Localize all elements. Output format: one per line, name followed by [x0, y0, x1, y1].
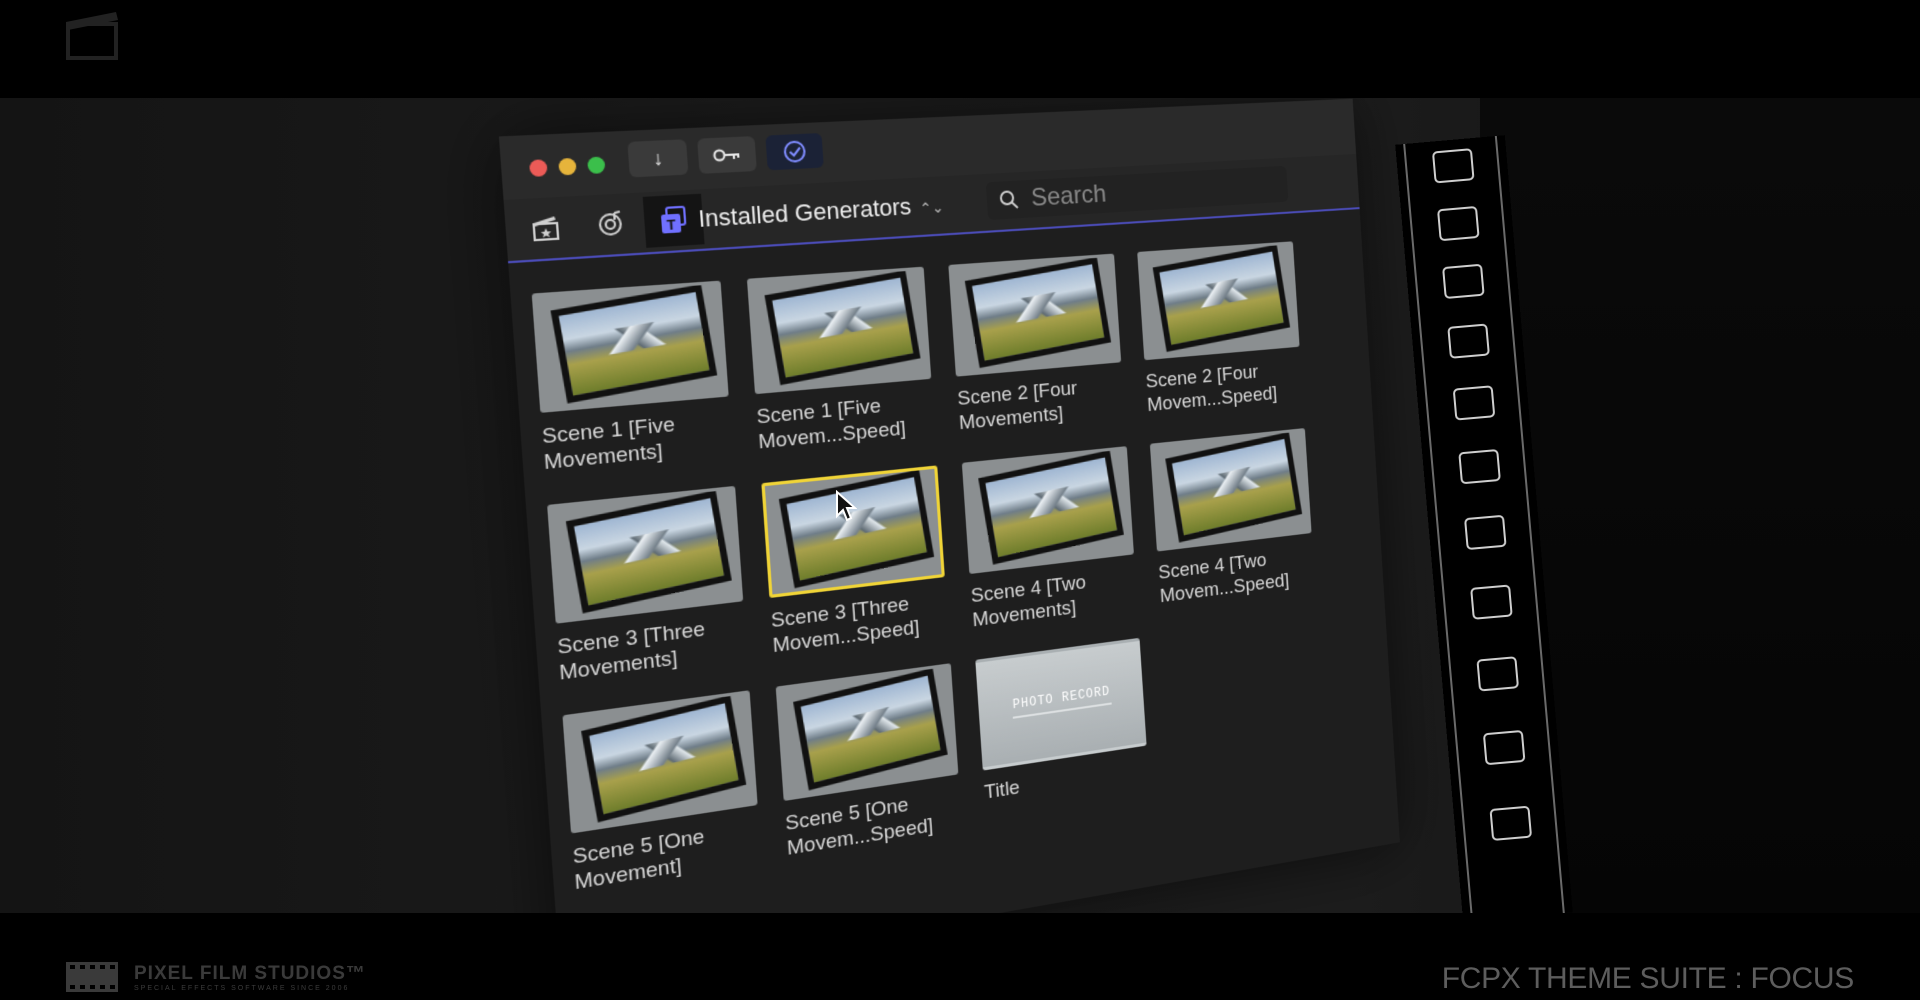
- pixel-film-studios-brand: PIXEL FILM STUDIOS™ SPECIAL EFFECTS SOFT…: [64, 960, 366, 994]
- generator-thumbnail[interactable]: [562, 690, 758, 834]
- generator-thumbnail[interactable]: [746, 266, 932, 395]
- background-tasks-button[interactable]: [765, 133, 824, 171]
- clapper-star-icon: [529, 216, 561, 244]
- generator-label: Scene 3 [Three Movements]: [556, 618, 706, 686]
- film-reel-logo-icon: [66, 962, 118, 992]
- minimize-window-button[interactable]: [558, 157, 577, 176]
- generator-tile[interactable]: Scene 1 [Five Movements]: [531, 280, 736, 475]
- generator-thumbnail[interactable]: [1137, 241, 1300, 361]
- generator-thumbnail-selected[interactable]: [761, 465, 945, 599]
- popup-chevron-icon: ⌃⌄: [919, 198, 945, 217]
- keywords-button[interactable]: [697, 136, 757, 174]
- tab-libraries[interactable]: [513, 201, 577, 256]
- generator-tile[interactable]: Scene 1 [Five Movem...Speed]: [746, 266, 937, 455]
- generator-label: Scene 1 [Five Movements]: [541, 413, 676, 475]
- generator-tile-title[interactable]: PHOTO RECORD Title: [975, 637, 1152, 829]
- tab-photos-audio[interactable]: [579, 197, 642, 252]
- generator-thumbnail[interactable]: [948, 253, 1122, 377]
- generator-tile[interactable]: Scene 2 [Four Movements]: [948, 253, 1127, 435]
- generator-tile[interactable]: Scene 5 [One Movement]: [562, 690, 764, 896]
- titles-generators-icon: T: [660, 204, 691, 234]
- generator-thumbnail[interactable]: [775, 663, 959, 802]
- generator-label: Scene 4 [Two Movements]: [970, 571, 1087, 632]
- generator-label: Scene 2 [Four Movements]: [956, 377, 1078, 435]
- title-card-thumbnail[interactable]: PHOTO RECORD: [975, 637, 1147, 771]
- generator-thumbnail[interactable]: [961, 446, 1134, 575]
- svg-text:T: T: [666, 216, 676, 233]
- zoom-window-button[interactable]: [587, 156, 606, 175]
- checkmark-circle-icon: [782, 139, 807, 164]
- key-icon: [712, 147, 742, 164]
- generator-tile[interactable]: Scene 2 [Four Movem...Speed]: [1137, 241, 1305, 417]
- generator-label: Scene 1 [Five Movem...Speed]: [755, 395, 907, 454]
- library-title-text: Installed Generators: [697, 192, 913, 233]
- generator-tile[interactable]: Scene 4 [Two Movem...Speed]: [1149, 428, 1317, 609]
- music-camera-icon: [594, 209, 626, 240]
- generator-label: Scene 2 [Four Movem...Speed]: [1145, 361, 1278, 417]
- brand-name: PIXEL FILM STUDIOS™: [134, 962, 366, 984]
- search-field[interactable]: Search: [985, 165, 1289, 221]
- mouse-cursor-icon: [836, 490, 857, 522]
- generator-label: Scene 4 [Two Movem...Speed]: [1157, 549, 1290, 608]
- generator-tile[interactable]: Scene 5 [One Movem...Speed]: [775, 663, 965, 861]
- generator-thumbnail[interactable]: [531, 280, 729, 413]
- suite-title: FCPX THEME SUITE : FOCUS: [1441, 962, 1855, 995]
- generator-tile[interactable]: Scene 3 [Three Movements]: [547, 485, 750, 687]
- download-arrow-icon: ↓: [652, 146, 664, 170]
- import-button[interactable]: ↓: [627, 139, 689, 178]
- generator-thumbnail[interactable]: [547, 485, 744, 624]
- search-icon: [998, 189, 1020, 211]
- search-placeholder: Search: [1030, 179, 1108, 213]
- tab-titles-generators[interactable]: T: [642, 193, 705, 248]
- generator-label: Scene 3 [Three Movem...Speed]: [770, 593, 921, 658]
- close-window-button[interactable]: [528, 159, 548, 177]
- generators-browser: ↓ T Installed Generators ⌃⌄ Search Scene…: [498, 98, 1400, 991]
- generator-tile[interactable]: Scene 4 [Two Movements]: [961, 446, 1140, 633]
- generator-thumbnail[interactable]: [1149, 428, 1312, 552]
- brand-tagline: SPECIAL EFFECTS SOFTWARE SINCE 2006: [134, 984, 350, 992]
- library-title-popup[interactable]: Installed Generators ⌃⌄: [697, 191, 944, 233]
- generators-grid: Scene 1 [Five Movements] Scene 1 [Five M…: [531, 240, 1349, 896]
